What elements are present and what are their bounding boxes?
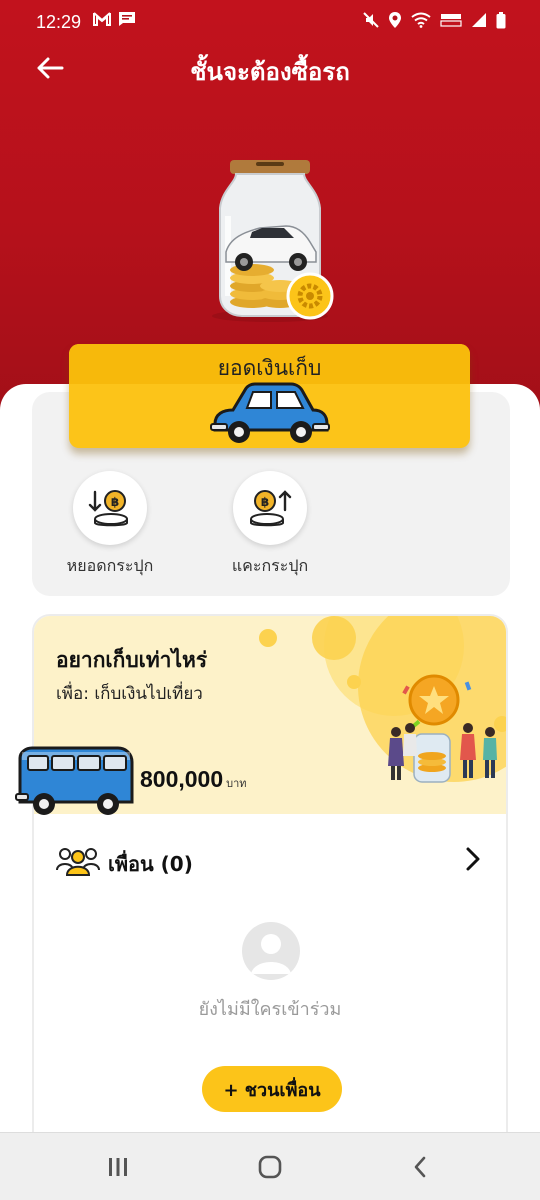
signal-icon bbox=[472, 13, 486, 27]
celebration-illustration bbox=[259, 616, 506, 783]
chevron-right-icon bbox=[466, 847, 480, 871]
back-icon bbox=[414, 1156, 426, 1178]
withdraw-label: แคะกระปุก bbox=[231, 556, 309, 575]
wifi-icon bbox=[411, 12, 431, 28]
goal-amount: 800,000 bbox=[140, 766, 224, 792]
recent-apps-button[interactable] bbox=[98, 1151, 138, 1183]
svg-text:฿: ฿ bbox=[261, 495, 269, 509]
message-icon bbox=[119, 12, 135, 26]
battery-icon bbox=[496, 11, 506, 28]
location-icon bbox=[389, 12, 401, 28]
goal-unit: บาท bbox=[226, 777, 247, 790]
app-bar: ชั้นจะต้องซื้อรถ bbox=[0, 44, 540, 92]
withdraw-coin-icon: ฿ bbox=[250, 490, 292, 527]
recent-apps-icon bbox=[109, 1158, 127, 1176]
system-nav-bar bbox=[0, 1132, 540, 1200]
savings-banner: ยอดเงินเก็บ bbox=[69, 344, 470, 448]
status-time: 12:29 bbox=[36, 12, 82, 32]
no-friends-text: ยังไม่มีใครเข้าร่วม bbox=[198, 999, 342, 1020]
goal-title: อยากเก็บเท่าไหร่ bbox=[56, 648, 208, 672]
goal-purpose: เพื่อ: เก็บเงินไปเที่ยว bbox=[56, 684, 203, 704]
deposit-button[interactable]: ฿ bbox=[73, 471, 147, 545]
piggy-jar-illustration[interactable] bbox=[200, 156, 340, 326]
status-bar: 12:29 bbox=[0, 0, 540, 44]
home-icon bbox=[258, 1155, 282, 1179]
avatar-placeholder-icon bbox=[242, 922, 300, 980]
status-right-icons bbox=[363, 11, 506, 29]
status-left-icons bbox=[92, 11, 136, 27]
page-title: ชั้นจะต้องซื้อรถ bbox=[190, 58, 350, 86]
blue-bus-icon[interactable] bbox=[14, 744, 134, 820]
mute-icon bbox=[363, 12, 379, 28]
friends-row[interactable]: เพื่อน (0) bbox=[56, 840, 486, 884]
goal-amount-row: 800,000 บาท bbox=[140, 766, 247, 793]
invite-friends-button[interactable]: + ชวนเพื่อน bbox=[202, 1066, 342, 1112]
gear-icon[interactable] bbox=[286, 272, 334, 320]
blue-car-icon bbox=[210, 382, 330, 443]
withdraw-button[interactable]: ฿ bbox=[233, 471, 307, 545]
home-button[interactable] bbox=[250, 1151, 290, 1183]
app-screen: 12:29 ชั้นจะต้องซื้อรถ ยอดเงินเก็บ ฿ หยอ… bbox=[0, 0, 540, 1200]
friends-group-icon bbox=[56, 848, 100, 876]
deposit-label: หยอดกระปุก bbox=[66, 556, 154, 575]
friends-label: เพื่อน (0) bbox=[108, 852, 193, 876]
goal-card: อยากเก็บเท่าไหร่ เพื่อ: เก็บเงินไปเที่ยว… bbox=[32, 614, 508, 1154]
system-back-button[interactable] bbox=[400, 1151, 440, 1183]
svg-text:฿: ฿ bbox=[111, 495, 119, 509]
volte-icon bbox=[440, 14, 462, 27]
deposit-coin-icon: ฿ bbox=[88, 490, 128, 527]
gmail-icon bbox=[93, 12, 111, 26]
